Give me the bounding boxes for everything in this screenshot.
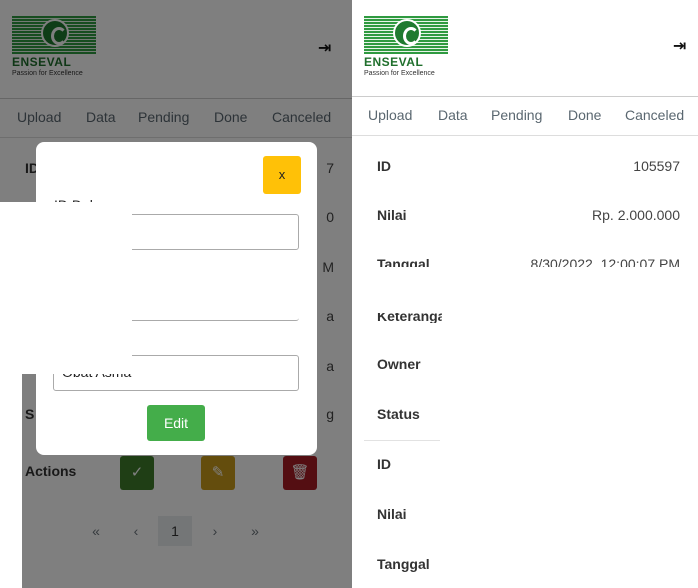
row-label-id: ID [377,158,391,174]
tab-data[interactable]: Data [438,107,468,123]
tab-done[interactable]: Done [568,107,601,123]
row-label-tanggal: Tanggal [377,256,430,267]
left-screen: ENSEVAL Passion for Excellence ⇥ Upload … [0,0,352,588]
clipped-row: Keterangan [352,313,442,323]
row-value-id: 105597 [633,158,680,174]
row-value-tanggal: 8/30/2022, 12:00:07 PM [530,256,680,267]
row-value-nilai: Rp. 2.000.000 [592,207,680,223]
render-glitch-block [0,202,132,374]
edit-submit-button[interactable]: Edit [147,405,205,441]
row-label-id-2: ID [377,456,391,472]
right-screen: ENSEVAL Passion for Excellence ⇥ Upload … [352,0,698,588]
tab-pending[interactable]: Pending [491,107,542,123]
app-header: ENSEVAL Passion for Excellence ⇥ [352,0,698,98]
row-label-tanggal-2: Tanggal [377,556,430,572]
modal-close-button[interactable]: x [263,156,301,194]
row-label-keterangan: Keterangan [377,313,442,323]
render-glitch-strip [0,374,22,588]
row-label-owner: Owner [377,356,421,372]
enseval-logo: ENSEVAL Passion for Excellence [364,16,448,77]
row-label-nilai: Nilai [377,207,407,223]
tab-upload[interactable]: Upload [368,107,412,123]
clipped-row: Tanggal 8/30/2022, 12:00:07 PM [352,255,698,267]
tab-canceled[interactable]: Canceled [625,107,684,123]
tab-bar: Upload Data Pending Done Canceled [352,96,698,136]
row-divider [364,440,440,441]
sign-out-icon[interactable]: ⇥ [673,36,686,56]
row-label-status: Status [377,406,420,422]
row-label-nilai-2: Nilai [377,506,407,522]
